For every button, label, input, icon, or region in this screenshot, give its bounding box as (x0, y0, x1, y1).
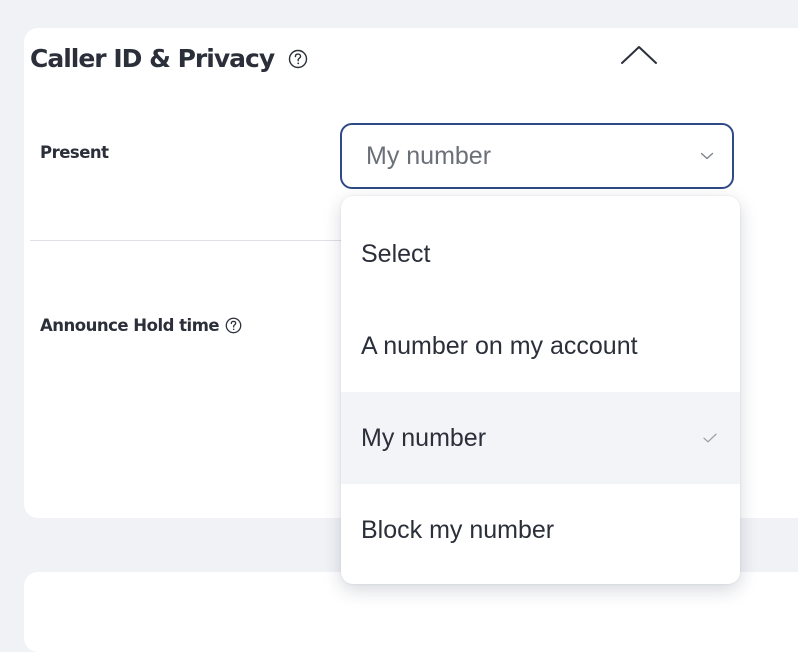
section-title: Caller ID & Privacy (30, 44, 275, 73)
present-select-value: My number (366, 141, 492, 170)
present-label: Present (40, 143, 109, 162)
present-dropdown-menu: Select A number on my account My number … (341, 196, 740, 584)
chevron-down-icon (700, 149, 714, 163)
option-label: Select (361, 239, 431, 268)
check-icon (702, 431, 718, 445)
option-my-number[interactable]: My number (341, 392, 740, 484)
section-header: Caller ID & Privacy (30, 44, 308, 73)
option-label: My number (361, 423, 487, 452)
option-number-on-account[interactable]: A number on my account (341, 300, 740, 392)
option-label: Block my number (361, 515, 555, 544)
next-section-card (24, 572, 798, 652)
help-icon[interactable] (225, 317, 242, 334)
present-label-text: Present (40, 143, 109, 162)
chevron-up-icon[interactable] (617, 38, 661, 72)
help-icon[interactable] (288, 49, 308, 69)
option-block-my-number[interactable]: Block my number (341, 484, 740, 576)
divider (30, 240, 360, 241)
present-select[interactable]: My number (340, 123, 734, 189)
announce-hold-time-label: Announce Hold time (40, 316, 242, 335)
announce-hold-time-text: Announce Hold time (40, 316, 220, 335)
option-label: A number on my account (361, 331, 638, 360)
option-select[interactable]: Select (341, 208, 740, 300)
